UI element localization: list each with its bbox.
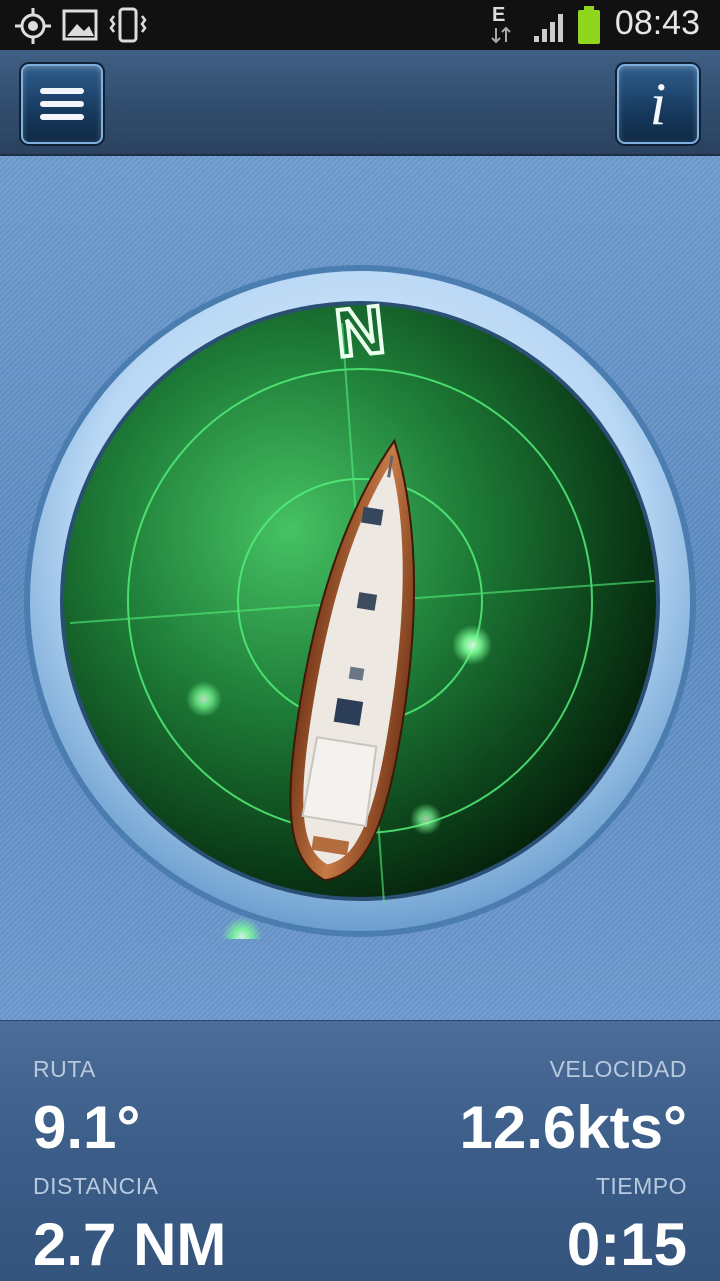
menu-button[interactable]	[21, 64, 103, 144]
navigation-stats-panel: RUTA 9.1° VELOCIDAD 12.6kts° DISTANCIA 2…	[0, 1020, 720, 1281]
speed-value: 12.6kts°	[459, 1094, 688, 1161]
radar-blip	[410, 803, 442, 835]
speed-label: VELOCIDAD	[549, 1056, 687, 1082]
info-icon: i	[649, 71, 667, 137]
radar-blip	[452, 625, 492, 665]
route-label: RUTA	[33, 1056, 96, 1082]
main-area: N	[0, 156, 720, 1020]
battery-icon	[578, 6, 600, 44]
time-value: 0:15	[566, 1211, 687, 1278]
data-arrows-icon	[491, 26, 511, 44]
status-bar: E 08:43	[0, 0, 720, 50]
clock: 08:43	[614, 4, 700, 42]
info-button[interactable]: i	[617, 64, 699, 144]
radar-compass: N	[24, 265, 696, 939]
signal-icon	[534, 14, 563, 42]
distance-label: DISTANCIA	[33, 1173, 159, 1199]
north-label: N	[332, 291, 389, 372]
network-type: E	[492, 4, 506, 26]
time-label: TIEMPO	[595, 1173, 687, 1199]
route-value: 9.1°	[33, 1094, 141, 1161]
radar-blip	[186, 681, 222, 717]
vibrate-icon	[109, 7, 147, 43]
gps-icon	[15, 8, 51, 44]
image-icon	[62, 9, 98, 41]
distance-value: 2.7 NM	[33, 1211, 227, 1278]
toolbar: i	[0, 50, 720, 156]
